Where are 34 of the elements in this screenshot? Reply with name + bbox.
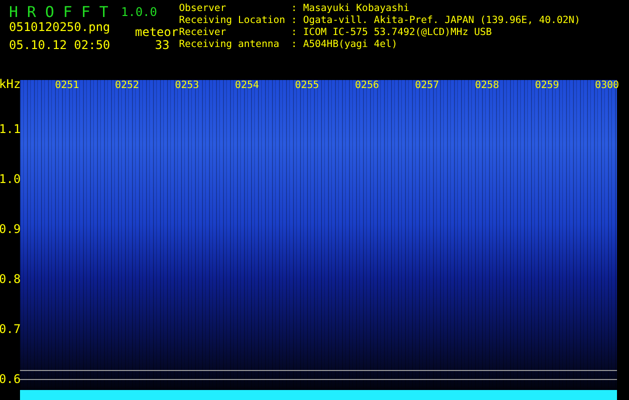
axis-label: 0.6 bbox=[0, 371, 20, 388]
info-separator: : bbox=[291, 27, 298, 39]
time-label: 0259 bbox=[535, 80, 560, 91]
time-label: 0252 bbox=[115, 80, 140, 91]
info-separator: : bbox=[291, 39, 298, 51]
time-label: 0254 bbox=[235, 80, 260, 91]
file-name: 0510120250.png bbox=[9, 21, 112, 35]
info-separator: : bbox=[291, 3, 298, 15]
axis-label: 0.8 bbox=[0, 271, 20, 288]
time-label: 0258 bbox=[475, 80, 500, 91]
info-label: Receiver bbox=[179, 27, 228, 39]
app-version: 1.0.0 bbox=[121, 6, 158, 18]
info-value: Masayuki Kobayashi bbox=[303, 3, 410, 15]
time-label: 0255 bbox=[295, 80, 320, 91]
axis-label: 1.1 bbox=[0, 121, 20, 138]
time-label: 0257 bbox=[415, 80, 440, 91]
axis-label: 0.9 bbox=[0, 221, 20, 238]
unit-label: kHz bbox=[0, 76, 21, 93]
info-label: Observer bbox=[179, 3, 228, 15]
info-value: Ogata-vill. Akita-Pref. JAPAN (139.96E, 40.02N) bbox=[303, 15, 580, 27]
info-label: Receiving Location bbox=[179, 15, 286, 27]
meteor-count: 33 bbox=[155, 39, 170, 53]
info-separator: : bbox=[291, 15, 298, 27]
info-label: Receiving antenna bbox=[179, 39, 280, 51]
axis-label: 0.7 bbox=[0, 321, 20, 338]
time-label: 0253 bbox=[175, 80, 200, 91]
time-label: 0251 bbox=[55, 80, 80, 91]
info-value: ICOM IC-575 53.7492(@LCD)MHz USB bbox=[303, 27, 493, 39]
axis-label: 1.0 bbox=[0, 171, 20, 188]
date-time: 05.10.12 02:50 bbox=[9, 39, 112, 53]
meteor-label: meteor bbox=[135, 26, 179, 39]
app-title: H R O F F T bbox=[9, 3, 108, 21]
info-value: A504HB(yagi 4el) bbox=[303, 39, 398, 51]
time-label: 0256 bbox=[355, 80, 380, 91]
